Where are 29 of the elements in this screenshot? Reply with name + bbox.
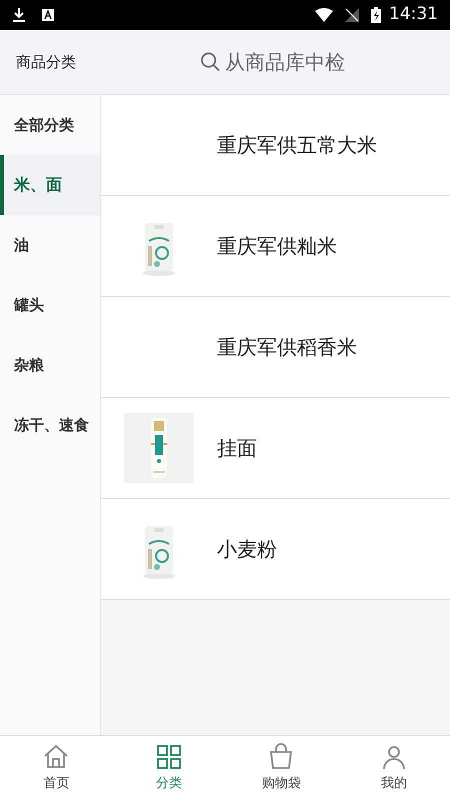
product-row[interactable]: 重庆军供五常大米 — [101, 95, 450, 196]
product-name: 挂面 — [217, 435, 257, 462]
product-name: 重庆军供籼米 — [217, 233, 337, 260]
product-row[interactable]: 挂面 — [101, 398, 450, 499]
notification-icon — [42, 9, 54, 21]
product-name: 小麦粉 — [217, 536, 277, 563]
category-item[interactable]: 冻干、速食 — [0, 395, 100, 455]
search-field[interactable]: 从商品库中检 — [200, 47, 390, 77]
wifi-icon — [315, 8, 333, 22]
page-title: 商品分类 — [15, 52, 77, 73]
clock: 14:31 — [389, 3, 438, 26]
battery-icon — [371, 7, 381, 23]
category-item[interactable]: 米、面 — [0, 155, 100, 215]
category-item[interactable]: 杂粮 — [0, 335, 100, 395]
no-signal-icon — [345, 8, 359, 22]
product-row[interactable]: 重庆军供籼米 — [101, 196, 450, 297]
product-row[interactable]: 重庆军供稻香米 — [101, 297, 450, 398]
product-name: 重庆军供稻香米 — [217, 334, 357, 361]
tab-item[interactable]: 分类 — [112, 736, 225, 800]
search-icon — [200, 51, 221, 73]
product-name: 重庆军供五常大米 — [217, 132, 377, 159]
category-item[interactable]: 油 — [0, 215, 100, 275]
category-item[interactable]: 罐头 — [0, 275, 100, 335]
tab-item[interactable]: 我的 — [338, 736, 450, 800]
tab-item[interactable]: 购物袋 — [225, 736, 338, 800]
download-icon — [12, 7, 26, 23]
category-item[interactable]: 全部分类 — [0, 95, 100, 155]
product-row[interactable]: 小麦粉 — [101, 499, 450, 600]
tab-item[interactable]: 首页 — [0, 736, 112, 800]
